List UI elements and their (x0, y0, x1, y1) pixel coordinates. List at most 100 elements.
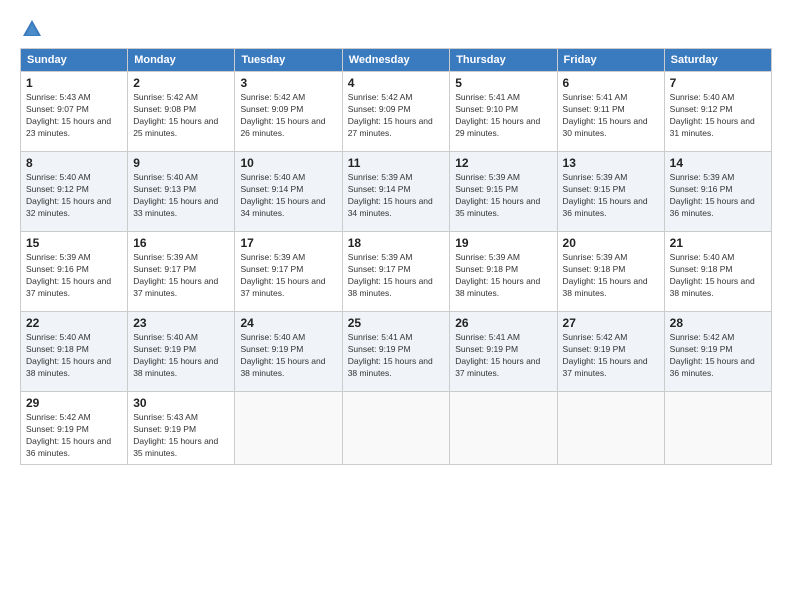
day-number: 3 (240, 76, 336, 90)
calendar-cell: 28 Sunrise: 5:42 AMSunset: 9:19 PMDayligh… (664, 312, 771, 392)
weekday-header-row: SundayMondayTuesdayWednesdayThursdayFrid… (21, 49, 772, 72)
day-number: 22 (26, 316, 122, 330)
calendar-cell: 6Sunrise: 5:41 AMSunset: 9:11 PMDaylight… (557, 72, 664, 152)
day-info: Sunrise: 5:42 AMSunset: 9:19 PMDaylight:… (563, 332, 659, 380)
page: SundayMondayTuesdayWednesdayThursdayFrid… (0, 0, 792, 612)
calendar-week-5: 29Sunrise: 5:42 AMSunset: 9:19 PMDayligh… (21, 392, 772, 465)
day-info: Sunrise: 5:42 AMSunset: 9:09 PMDaylight:… (348, 92, 445, 140)
header (20, 18, 772, 38)
calendar-week-2: 8 Sunrise: 5:40 AMSunset: 9:12 PMDaylight… (21, 152, 772, 232)
day-info: Sunrise: 5:41 AMSunset: 9:10 PMDaylight:… (455, 92, 551, 140)
day-number: 2 (133, 76, 229, 90)
day-number: 11 (348, 156, 445, 170)
day-info: Sunrise: 5:42 AMSunset: 9:19 PMDaylight:… (670, 332, 766, 380)
calendar-cell: 13 Sunrise: 5:39 AMSunset: 9:15 PMDayligh… (557, 152, 664, 232)
day-info: Sunrise: 5:42 AMSunset: 9:19 PMDaylight:… (26, 412, 122, 460)
day-number: 1 (26, 76, 122, 90)
calendar-cell: 4 Sunrise: 5:42 AMSunset: 9:09 PMDaylight… (342, 72, 450, 152)
day-info: Sunrise: 5:40 AMSunset: 9:14 PMDaylight:… (240, 172, 336, 220)
logo (20, 18, 44, 38)
day-info: Sunrise: 5:40 AMSunset: 9:12 PMDaylight:… (26, 172, 122, 220)
day-info: Sunrise: 5:41 AMSunset: 9:19 PMDaylight:… (348, 332, 445, 380)
day-number: 19 (455, 236, 551, 250)
day-number: 10 (240, 156, 336, 170)
day-info: Sunrise: 5:39 AMSunset: 9:17 PMDaylight:… (133, 252, 229, 300)
day-number: 9 (133, 156, 229, 170)
calendar-cell: 26 Sunrise: 5:41 AMSunset: 9:19 PMDayligh… (450, 312, 557, 392)
day-info: Sunrise: 5:43 AMSunset: 9:19 PMDaylight:… (133, 412, 229, 460)
calendar-cell: 27 Sunrise: 5:42 AMSunset: 9:19 PMDayligh… (557, 312, 664, 392)
day-info: Sunrise: 5:41 AMSunset: 9:11 PMDaylight:… (563, 92, 659, 140)
day-number: 12 (455, 156, 551, 170)
calendar-cell: 11 Sunrise: 5:39 AMSunset: 9:14 PMDayligh… (342, 152, 450, 232)
weekday-header-monday: Monday (128, 49, 235, 72)
day-number: 8 (26, 156, 122, 170)
calendar-cell (342, 392, 450, 465)
calendar-cell: 10 Sunrise: 5:40 AMSunset: 9:14 PMDayligh… (235, 152, 342, 232)
calendar-cell: 15 Sunrise: 5:39 AMSunset: 9:16 PMDayligh… (21, 232, 128, 312)
calendar-cell: 14 Sunrise: 5:39 AMSunset: 9:16 PMDayligh… (664, 152, 771, 232)
day-info: Sunrise: 5:39 AMSunset: 9:18 PMDaylight:… (563, 252, 659, 300)
day-number: 13 (563, 156, 659, 170)
day-info: Sunrise: 5:39 AMSunset: 9:17 PMDaylight:… (348, 252, 445, 300)
calendar-cell (235, 392, 342, 465)
calendar-cell: 5Sunrise: 5:41 AMSunset: 9:10 PMDaylight… (450, 72, 557, 152)
calendar-cell: 30 Sunrise: 5:43 AMSunset: 9:19 PMDayligh… (128, 392, 235, 465)
weekday-header-sunday: Sunday (21, 49, 128, 72)
day-info: Sunrise: 5:39 AMSunset: 9:18 PMDaylight:… (455, 252, 551, 300)
day-info: Sunrise: 5:42 AMSunset: 9:09 PMDaylight:… (240, 92, 336, 140)
calendar-cell: 22 Sunrise: 5:40 AMSunset: 9:18 PMDayligh… (21, 312, 128, 392)
calendar-week-3: 15 Sunrise: 5:39 AMSunset: 9:16 PMDayligh… (21, 232, 772, 312)
calendar-cell: 25 Sunrise: 5:41 AMSunset: 9:19 PMDayligh… (342, 312, 450, 392)
calendar-cell: 23 Sunrise: 5:40 AMSunset: 9:19 PMDayligh… (128, 312, 235, 392)
day-info: Sunrise: 5:39 AMSunset: 9:15 PMDaylight:… (563, 172, 659, 220)
calendar-cell: 24 Sunrise: 5:40 AMSunset: 9:19 PMDayligh… (235, 312, 342, 392)
day-number: 21 (670, 236, 766, 250)
weekday-header-wednesday: Wednesday (342, 49, 450, 72)
calendar-cell: 17Sunrise: 5:39 AMSunset: 9:17 PMDayligh… (235, 232, 342, 312)
calendar-cell (664, 392, 771, 465)
calendar-cell: 9 Sunrise: 5:40 AMSunset: 9:13 PMDaylight… (128, 152, 235, 232)
day-number: 15 (26, 236, 122, 250)
logo-icon (21, 18, 43, 40)
day-info: Sunrise: 5:39 AMSunset: 9:14 PMDaylight:… (348, 172, 445, 220)
day-number: 7 (670, 76, 766, 90)
day-number: 18 (348, 236, 445, 250)
calendar-cell (557, 392, 664, 465)
day-info: Sunrise: 5:39 AMSunset: 9:16 PMDaylight:… (670, 172, 766, 220)
day-number: 24 (240, 316, 336, 330)
day-info: Sunrise: 5:40 AMSunset: 9:19 PMDaylight:… (240, 332, 336, 380)
weekday-header-saturday: Saturday (664, 49, 771, 72)
day-number: 25 (348, 316, 445, 330)
day-info: Sunrise: 5:39 AMSunset: 9:16 PMDaylight:… (26, 252, 122, 300)
day-number: 4 (348, 76, 445, 90)
day-number: 30 (133, 396, 229, 410)
day-number: 28 (670, 316, 766, 330)
day-info: Sunrise: 5:39 AMSunset: 9:17 PMDaylight:… (240, 252, 336, 300)
calendar-cell: 3 Sunrise: 5:42 AMSunset: 9:09 PMDaylight… (235, 72, 342, 152)
day-info: Sunrise: 5:42 AMSunset: 9:08 PMDaylight:… (133, 92, 229, 140)
day-number: 26 (455, 316, 551, 330)
calendar-cell: 8 Sunrise: 5:40 AMSunset: 9:12 PMDaylight… (21, 152, 128, 232)
calendar-cell: 7Sunrise: 5:40 AMSunset: 9:12 PMDaylight… (664, 72, 771, 152)
calendar-cell: 2 Sunrise: 5:42 AMSunset: 9:08 PMDaylight… (128, 72, 235, 152)
day-info: Sunrise: 5:43 AMSunset: 9:07 PMDaylight:… (26, 92, 122, 140)
day-info: Sunrise: 5:40 AMSunset: 9:13 PMDaylight:… (133, 172, 229, 220)
day-info: Sunrise: 5:40 AMSunset: 9:18 PMDaylight:… (670, 252, 766, 300)
calendar-cell: 29Sunrise: 5:42 AMSunset: 9:19 PMDayligh… (21, 392, 128, 465)
day-number: 23 (133, 316, 229, 330)
day-info: Sunrise: 5:39 AMSunset: 9:15 PMDaylight:… (455, 172, 551, 220)
day-number: 27 (563, 316, 659, 330)
calendar-cell: 19 Sunrise: 5:39 AMSunset: 9:18 PMDayligh… (450, 232, 557, 312)
day-info: Sunrise: 5:41 AMSunset: 9:19 PMDaylight:… (455, 332, 551, 380)
weekday-header-friday: Friday (557, 49, 664, 72)
day-number: 14 (670, 156, 766, 170)
day-info: Sunrise: 5:40 AMSunset: 9:18 PMDaylight:… (26, 332, 122, 380)
weekday-header-tuesday: Tuesday (235, 49, 342, 72)
calendar-week-1: 1 Sunrise: 5:43 AMSunset: 9:07 PMDaylight… (21, 72, 772, 152)
calendar: SundayMondayTuesdayWednesdayThursdayFrid… (20, 48, 772, 465)
calendar-week-4: 22 Sunrise: 5:40 AMSunset: 9:18 PMDayligh… (21, 312, 772, 392)
day-info: Sunrise: 5:40 AMSunset: 9:19 PMDaylight:… (133, 332, 229, 380)
day-number: 16 (133, 236, 229, 250)
calendar-cell: 16 Sunrise: 5:39 AMSunset: 9:17 PMDayligh… (128, 232, 235, 312)
